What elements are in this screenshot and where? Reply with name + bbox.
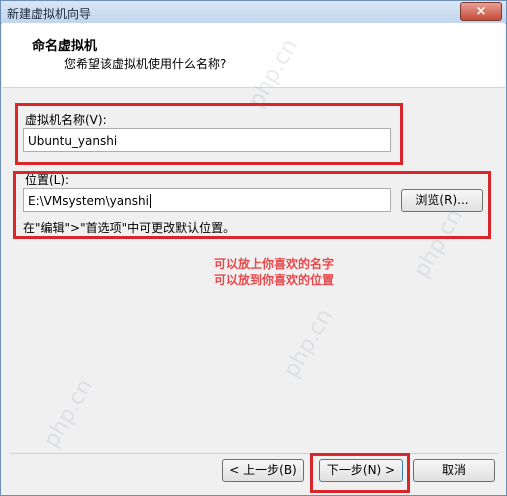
title-bar[interactable]: 新建虚拟机向导 × <box>1 1 506 24</box>
annotation-line-1: 可以放上你喜欢的名字 <box>214 257 335 271</box>
watermark-text: php.cn <box>38 374 99 453</box>
wizard-header: 命名虚拟机 您希望该虚拟机使用什么名称? <box>2 23 505 88</box>
window-title: 新建虚拟机向导 <box>7 7 92 21</box>
footer-divider <box>11 453 498 454</box>
cancel-button[interactable]: 取消 <box>413 459 495 482</box>
location-input[interactable]: E:\VMsystem\yanshi <box>23 188 391 212</box>
location-label: 位置(L): <box>25 173 70 187</box>
vm-name-input[interactable]: Ubuntu_yanshi <box>23 128 391 152</box>
watermark-text: php.cn <box>278 304 339 383</box>
location-hint: 在"编辑">"首选项"中可更改默认位置。 <box>23 221 236 235</box>
vm-name-value: Ubuntu_yanshi <box>28 134 118 148</box>
back-button[interactable]: < 上一步(B) <box>222 459 304 482</box>
page-title: 命名虚拟机 <box>32 39 98 54</box>
text-caret <box>149 194 151 208</box>
close-button[interactable]: × <box>460 2 502 21</box>
location-value: E:\VMsystem\yanshi <box>28 194 149 208</box>
next-button[interactable]: 下一步(N) > <box>319 459 403 482</box>
page-subtitle: 您希望该虚拟机使用什么名称? <box>64 57 227 71</box>
annotation-line-2: 可以放到你喜欢的位置 <box>214 273 335 287</box>
watermark-text: php.cn <box>408 204 469 283</box>
browse-button[interactable]: 浏览(R)... <box>401 189 483 212</box>
new-vm-wizard-window: 新建虚拟机向导 × 命名虚拟机 您希望该虚拟机使用什么名称? php.cn ph… <box>0 0 507 496</box>
vm-name-label: 虚拟机名称(V): <box>25 113 107 127</box>
